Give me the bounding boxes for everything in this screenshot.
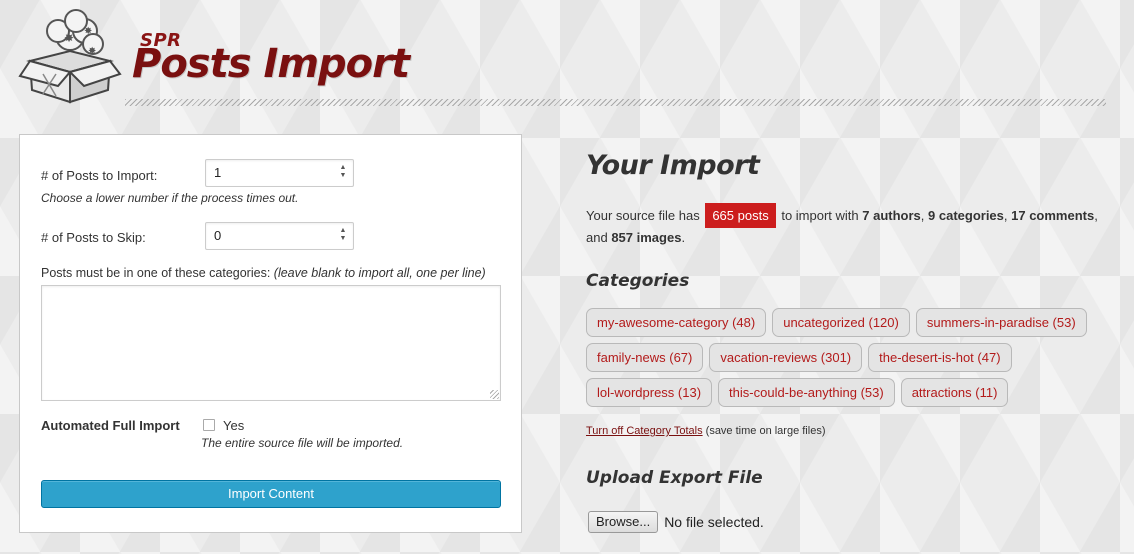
import-summary: Your Import Your source file has 665 pos… [586, 0, 1116, 554]
posts-to-import-label: # of Posts to Import: [41, 168, 158, 183]
categories-filter-label: Posts must be in one of these categories… [41, 266, 486, 280]
posts-to-skip-value: 0 [214, 228, 222, 243]
category-list: my-awesome-category (48) uncategorized (… [586, 308, 1106, 413]
category-tag[interactable]: uncategorized (120) [772, 308, 910, 337]
categories-textarea[interactable] [41, 285, 501, 401]
posts-to-skip-input[interactable]: 0 ▲ ▼ [205, 222, 354, 250]
categories-filter-hint: (leave blank to import all, one per line… [273, 266, 486, 280]
categories-count: 9 categories [928, 208, 1004, 223]
category-tag[interactable]: family-news (67) [586, 343, 704, 372]
number-spinner-icon[interactable]: ▲ ▼ [339, 164, 347, 182]
your-import-heading: Your Import [586, 150, 760, 181]
category-totals-toggle: Turn off Category Totals (save time on l… [586, 425, 825, 437]
category-tag[interactable]: summers-in-paradise (53) [915, 308, 1087, 337]
posts-to-import-hint: Choose a lower number if the process tim… [41, 191, 299, 205]
import-settings-panel: # of Posts to Import: 1 ▲ ▼ Choose a lowe… [19, 134, 522, 533]
import-content-button[interactable]: Import Content [41, 480, 501, 508]
import-summary-text: Your source file has 665 posts to import… [586, 203, 1106, 248]
browse-button[interactable]: Browse... [588, 511, 659, 533]
category-tag[interactable]: the-desert-is-hot (47) [868, 343, 1012, 372]
category-row: lol-wordpress (13) this-could-be-anythin… [586, 378, 1106, 407]
automated-import-option: Yes [223, 418, 245, 433]
category-tag[interactable]: my-awesome-category (48) [586, 308, 767, 337]
posts-to-skip-label: # of Posts to Skip: [41, 230, 146, 245]
categories-filter-label-text: Posts must be in one of these categories… [41, 266, 271, 280]
number-spinner-icon[interactable]: ▲ ▼ [339, 227, 347, 245]
upload-export-heading: Upload Export File [586, 468, 763, 488]
summary-mid: to import with [781, 208, 859, 223]
category-row: family-news (67) vacation-reviews (301) … [586, 343, 1106, 372]
posts-count-badge: 665 posts [705, 203, 776, 228]
file-status: No file selected. [664, 514, 764, 530]
brand-title: Posts Import [132, 41, 410, 87]
automated-import-label: Automated Full Import [41, 418, 180, 433]
svg-text:✸: ✸ [84, 26, 92, 37]
category-tag[interactable]: lol-wordpress (13) [586, 378, 713, 407]
category-tag[interactable]: vacation-reviews (301) [709, 343, 863, 372]
category-totals-note: (save time on large files) [705, 425, 826, 437]
posts-to-import-input[interactable]: 1 ▲ ▼ [205, 159, 354, 187]
resize-grip-icon[interactable] [490, 390, 499, 399]
images-count: 857 images [611, 230, 682, 245]
comments-count: 17 comments [1011, 208, 1095, 223]
category-row: my-awesome-category (48) uncategorized (… [586, 308, 1106, 337]
categories-heading: Categories [586, 271, 690, 291]
automated-import-checkbox[interactable] [203, 419, 215, 431]
svg-text:✸: ✸ [64, 31, 74, 45]
posts-to-import-value: 1 [214, 165, 222, 180]
authors-count: 7 authors [862, 208, 921, 223]
summary-prefix: Your source file has [586, 208, 700, 223]
automated-import-hint: The entire source file will be imported. [201, 436, 404, 450]
category-tag[interactable]: this-could-be-anything (53) [718, 378, 895, 407]
file-upload-control: Browse... No file selected. [588, 511, 764, 533]
open-box-logo-icon: ✸ ✸ ✸ [18, 6, 123, 106]
category-tag[interactable]: attractions (11) [900, 378, 1009, 407]
turn-off-category-totals-link[interactable]: Turn off Category Totals [586, 425, 703, 437]
summary-and: and [586, 230, 608, 245]
